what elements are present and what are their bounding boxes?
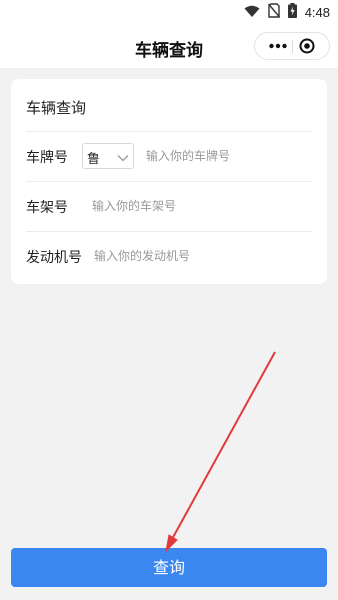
frame-row: 车架号 — [26, 181, 312, 232]
wifi-icon — [244, 3, 260, 22]
plate-row: 车牌号 鲁 — [26, 131, 312, 182]
vehicle-query-form: 车辆查询 车牌号 鲁 车架号 发动机号 — [11, 79, 327, 284]
status-bar: 4:48 — [0, 0, 338, 24]
engine-input[interactable] — [94, 246, 294, 266]
no-sim-icon — [267, 2, 280, 22]
engine-row: 发动机号 — [26, 231, 312, 282]
form-title: 车辆查询 — [26, 99, 87, 117]
more-dots-icon[interactable] — [265, 33, 291, 59]
status-time: 4:48 — [304, 4, 330, 20]
battery-charging-icon — [287, 2, 297, 22]
title-bar: 车辆查询 — [0, 24, 338, 68]
chevron-down-icon — [116, 150, 130, 164]
province-value: 鲁 — [87, 152, 101, 167]
plate-input[interactable] — [146, 146, 306, 166]
capsule-divider — [292, 40, 293, 53]
province-select[interactable]: 鲁 — [82, 143, 134, 169]
plate-label: 车牌号 — [26, 150, 68, 166]
query-button[interactable]: 查询 — [11, 548, 327, 587]
frame-label: 车架号 — [26, 200, 68, 216]
engine-label: 发动机号 — [26, 250, 82, 266]
mini-program-capsule — [254, 32, 330, 60]
status-icons: 4:48 — [244, 2, 330, 22]
frame-input[interactable] — [92, 196, 292, 216]
target-circle-icon[interactable] — [294, 33, 320, 59]
